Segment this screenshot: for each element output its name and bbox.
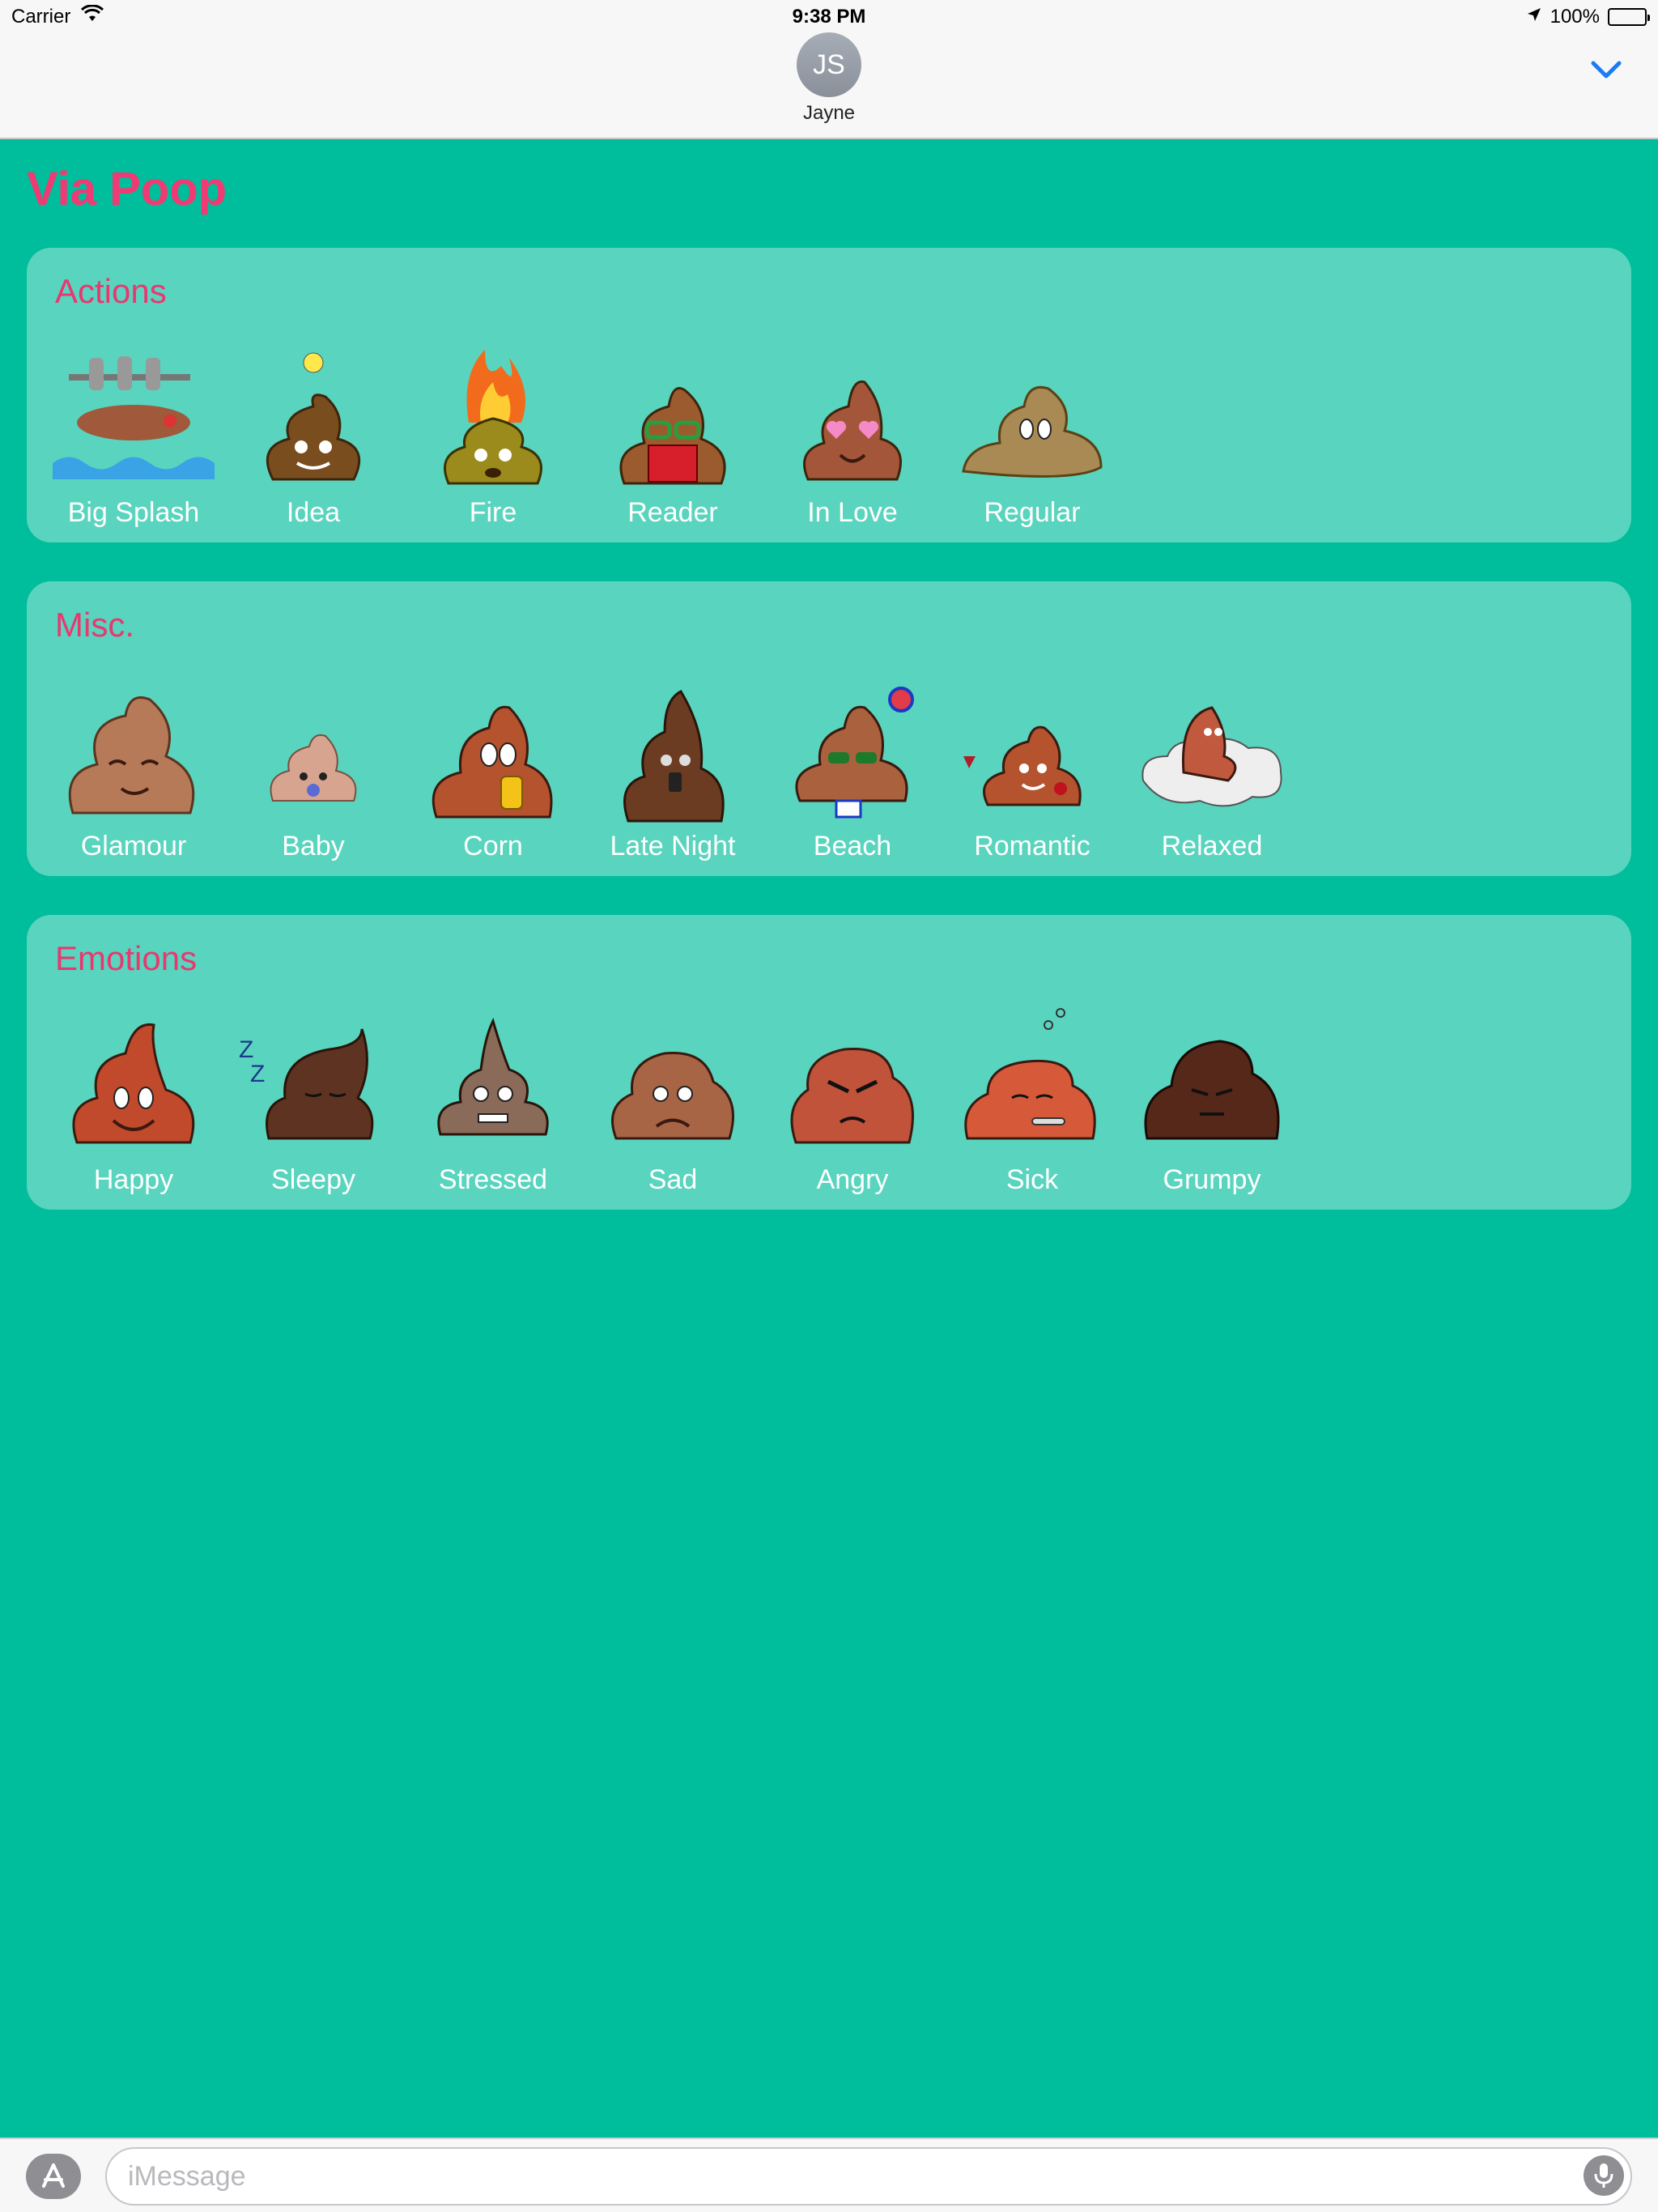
corn-sticker: [432, 705, 553, 819]
battery-percent: 100%: [1550, 6, 1600, 28]
sticker-label: Corn: [463, 831, 523, 861]
sticker-label: Happy: [93, 1164, 174, 1195]
sticker-glamour[interactable]: Glamour: [53, 667, 215, 870]
sticker-label: Late Night: [610, 831, 736, 861]
late-night-sticker: [623, 690, 725, 823]
location-arrow-icon: [1526, 6, 1542, 28]
romantic-sticker: [963, 725, 1082, 806]
section-title: Emotions: [55, 939, 198, 977]
sticker-label: Angry: [816, 1164, 889, 1195]
sticker-idea[interactable]: Idea: [232, 334, 394, 536]
sticker-label: Relaxed: [1161, 831, 1263, 861]
app-title: Via Poop: [27, 163, 227, 215]
sticker-reader[interactable]: Reader: [592, 334, 754, 536]
sticker-relaxed[interactable]: Relaxed: [1131, 667, 1293, 870]
sticker-sick[interactable]: Sick: [951, 1001, 1113, 1203]
sticker-angry[interactable]: Angry: [772, 1001, 933, 1203]
sticker-grumpy[interactable]: Grumpy: [1131, 1001, 1293, 1203]
angry-sticker: [790, 1047, 914, 1144]
sticker-stressed[interactable]: Stressed: [412, 1001, 574, 1203]
sticker-label: In Love: [807, 497, 898, 528]
contact-name[interactable]: Jayne: [0, 102, 1658, 125]
sticker-label: Fire: [469, 497, 517, 528]
sticker-label: Big Splash: [67, 497, 200, 528]
sick-sticker: [964, 1008, 1096, 1140]
sticker-happy[interactable]: Happy: [53, 1001, 215, 1203]
sticker-label: Beach: [813, 831, 892, 861]
sticker-label: Idea: [286, 497, 341, 528]
sticker-corn[interactable]: Corn: [412, 667, 574, 870]
section-misc: Misc. Glamour Baby Corn Late Night Beach…: [27, 581, 1631, 876]
sticker-regular[interactable]: Regular: [951, 334, 1113, 536]
status-bar: Carrier 9:38 PM 100%: [0, 0, 1658, 32]
fire-sticker: [444, 350, 542, 485]
sticker-label: Glamour: [80, 831, 187, 861]
sad-sticker: [611, 1051, 734, 1140]
section-emotions: Emotions Happy Z Z Sleepy Stressed Sad A…: [27, 915, 1631, 1210]
beach-sticker: [795, 687, 914, 819]
sticker-beach[interactable]: Beach: [772, 667, 933, 870]
message-input-bar: [0, 2138, 1658, 2212]
section-actions: Actions Big Splash Idea Fire Reader In L…: [27, 248, 1631, 542]
sticker-in-love[interactable]: In Love: [772, 334, 933, 536]
reader-sticker: [619, 387, 726, 485]
sticker-label: Sad: [648, 1164, 698, 1195]
sticker-label: Grumpy: [1163, 1164, 1261, 1195]
sleepy-sticker: Z Z: [239, 1028, 374, 1140]
section-title: Misc.: [55, 606, 134, 644]
big-splash-sticker: [53, 356, 215, 479]
sticker-sad[interactable]: Sad: [592, 1001, 754, 1203]
sticker-label: Sleepy: [271, 1164, 355, 1195]
glamour-sticker: [68, 696, 195, 815]
navigation-header: Carrier 9:38 PM 100% JS Jayne: [0, 0, 1658, 139]
happy-sticker: [72, 1023, 195, 1144]
sticker-sleepy[interactable]: Z Z Sleepy: [232, 1001, 394, 1203]
sticker-big-splash[interactable]: Big Splash: [53, 334, 215, 536]
idea-sticker: [266, 352, 361, 481]
sticker-late-night[interactable]: Late Night: [592, 667, 754, 870]
message-input[interactable]: [105, 2147, 1632, 2206]
avatar[interactable]: JS: [797, 32, 861, 97]
sticker-label: Sick: [1005, 1164, 1059, 1195]
sticker-label: Baby: [282, 831, 345, 861]
relaxed-sticker: [1141, 706, 1282, 807]
sticker-baby[interactable]: Baby: [232, 667, 394, 870]
sticker-fire[interactable]: Fire: [412, 334, 574, 536]
microphone-icon[interactable]: [1584, 2155, 1624, 2196]
sticker-label: Reader: [627, 497, 718, 528]
sticker-label: Stressed: [438, 1164, 548, 1195]
section-title: Actions: [55, 272, 167, 310]
regular-sticker: [962, 385, 1103, 478]
svg-text:Z: Z: [250, 1061, 265, 1087]
battery-icon: [1608, 8, 1650, 26]
in-love-sticker: [803, 380, 902, 481]
sticker-label: Romantic: [974, 831, 1090, 861]
grumpy-sticker: [1144, 1040, 1280, 1140]
sticker-label: Regular: [984, 497, 1081, 528]
sticker-romantic[interactable]: Romantic: [951, 667, 1113, 870]
app-store-icon[interactable]: [26, 2154, 81, 2199]
svg-text:Z: Z: [239, 1036, 253, 1063]
clock: 9:38 PM: [792, 6, 866, 28]
chevron-down-icon[interactable]: [1590, 53, 1622, 86]
stressed-sticker: [437, 1017, 549, 1136]
baby-sticker: [270, 734, 357, 802]
